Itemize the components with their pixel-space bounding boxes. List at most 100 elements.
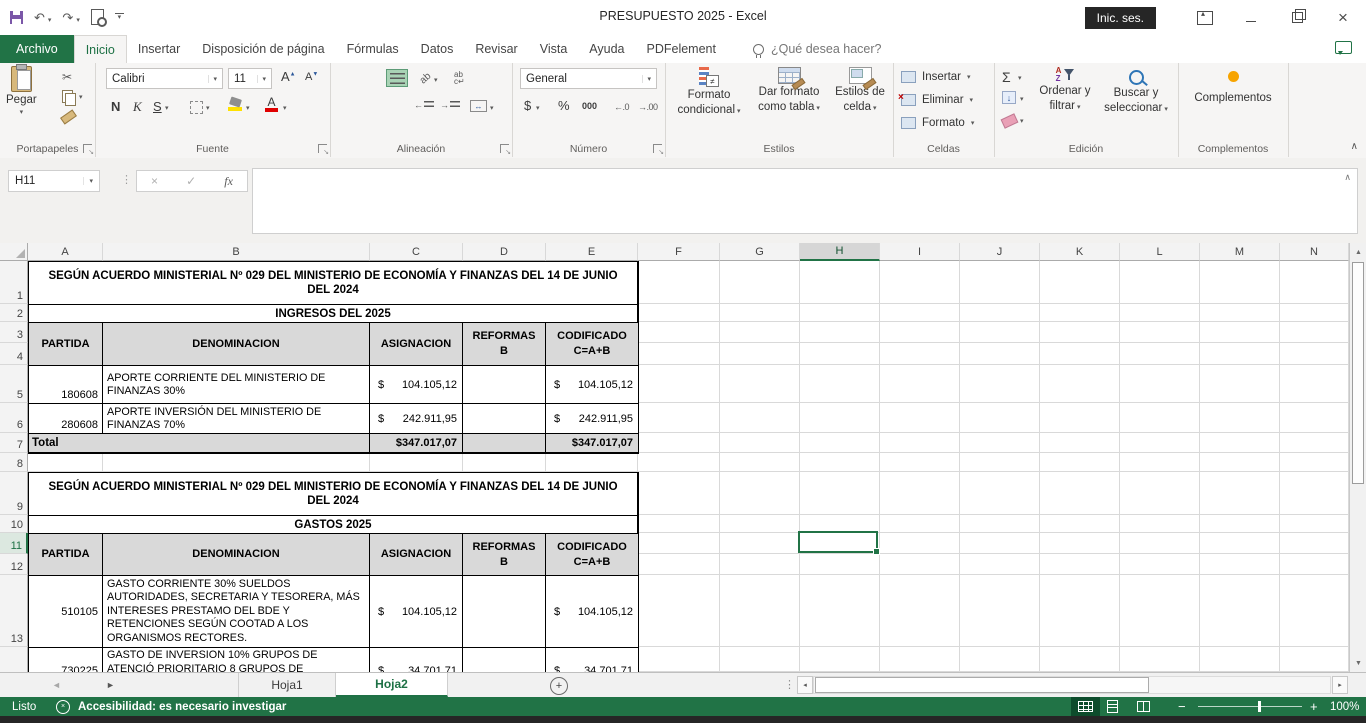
autosum-dropdown-icon[interactable]: ▾ <box>1018 75 1022 82</box>
clipboard-dialog-launcher-icon[interactable] <box>83 144 92 153</box>
format-as-table-button[interactable]: Dar formato como tabla▾ <box>749 67 829 115</box>
column-header-m[interactable]: M <box>1200 243 1280 261</box>
conditional-formatting-button[interactable]: ≠ Formato condicional▾ <box>675 67 743 118</box>
column-header-d[interactable]: D <box>463 243 546 261</box>
selected-cell-h11[interactable] <box>798 531 878 553</box>
row-header-6[interactable]: 6 <box>0 403 28 433</box>
feedback-comment-icon[interactable] <box>1335 41 1352 54</box>
font-color-icon[interactable]: A <box>265 97 278 112</box>
header-asignacion[interactable]: ASIGNACION <box>370 534 463 576</box>
alignment-dialog-launcher-icon[interactable] <box>500 144 509 153</box>
tab-pdfelement[interactable]: PDFelement <box>636 35 727 63</box>
redo-dropdown-icon[interactable]: ▾ <box>76 16 80 24</box>
merge-center-icon[interactable]: ↔ <box>470 100 487 112</box>
column-header-i[interactable]: I <box>880 243 960 261</box>
cell-codificado[interactable]: $104.105,12 <box>546 366 638 404</box>
column-header-j[interactable]: J <box>960 243 1040 261</box>
insert-function-icon[interactable]: fx <box>224 174 233 189</box>
zoom-in-button[interactable]: + <box>1310 697 1318 716</box>
cell-partida[interactable]: 730225 <box>29 648 103 672</box>
row-header-2[interactable]: 2 <box>0 304 28 322</box>
hscroll-right-icon[interactable]: ▸ <box>1332 676 1348 694</box>
underline-dropdown-icon[interactable]: ▾ <box>165 105 169 112</box>
tab-insertar[interactable]: Insertar <box>127 35 191 63</box>
column-header-k[interactable]: K <box>1040 243 1120 261</box>
borders-dropdown-icon[interactable]: ▾ <box>206 105 210 112</box>
page-layout-view-button[interactable] <box>1107 697 1118 716</box>
borders-icon[interactable] <box>190 101 203 114</box>
scrollbar-resize-handle-icon[interactable]: ⋮ <box>784 678 795 691</box>
cell-partida[interactable]: 280608 <box>29 404 103 434</box>
number-dialog-launcher-icon[interactable] <box>653 144 662 153</box>
sign-in-button[interactable]: Inic. ses. <box>1085 7 1156 29</box>
comma-style-icon[interactable]: 000 <box>582 101 597 111</box>
grid-pane[interactable]: SEGÚN ACUERDO MINISTERIAL Nº 029 DEL MIN… <box>0 243 1349 672</box>
formula-input[interactable]: ∧ <box>252 168 1358 234</box>
column-header-n[interactable]: N <box>1280 243 1349 261</box>
total-label-cell[interactable]: Total <box>29 434 370 453</box>
paste-button[interactable]: Pegar ▾ <box>6 66 37 116</box>
collapse-formula-bar-icon[interactable]: ∧ <box>1344 172 1351 183</box>
name-box[interactable]: H11▾ <box>8 170 100 192</box>
tab-inicio[interactable]: Inicio <box>74 35 127 63</box>
accessibility-status[interactable]: ×Accesibilidad: es necesario investigar <box>56 697 286 716</box>
header-codificado[interactable]: CODIFICADOC=A+B <box>546 534 638 576</box>
save-icon[interactable] <box>10 11 23 24</box>
row-header-3[interactable]: 3 <box>0 322 28 343</box>
autosum-icon[interactable]: Σ <box>1002 70 1011 84</box>
zoom-slider-track[interactable] <box>1198 706 1302 707</box>
row-header-7[interactable]: 7 <box>0 433 28 453</box>
header-reformas[interactable]: REFORMASB <box>463 534 546 576</box>
cell-codificado[interactable]: $104.105,12 <box>546 576 638 648</box>
header-partida[interactable]: PARTIDA <box>29 323 103 366</box>
column-header-h[interactable]: H <box>800 243 880 261</box>
font-name-combobox[interactable]: Calibri▾ <box>106 68 223 89</box>
currency-dropdown-icon[interactable]: ▾ <box>536 105 540 112</box>
tab-disposicion[interactable]: Disposición de página <box>191 35 335 63</box>
italic-button[interactable]: K <box>133 99 142 115</box>
column-header-e[interactable]: E <box>546 243 638 261</box>
name-box-dropdown-icon[interactable]: ▾ <box>83 177 93 185</box>
horizontal-scroll-thumb[interactable] <box>815 677 1149 693</box>
clear-eraser-icon[interactable] <box>1001 113 1019 128</box>
vertical-scroll-thumb[interactable] <box>1352 262 1364 484</box>
scroll-up-icon[interactable]: ▲ <box>1351 244 1366 260</box>
enter-check-icon[interactable]: ✓ <box>186 174 196 188</box>
copy-dropdown-icon[interactable]: ▾ <box>79 94 83 101</box>
print-preview-icon[interactable] <box>91 9 104 25</box>
cell-denominacion[interactable]: APORTE CORRIENTE DEL MINISTERIO DE FINAN… <box>103 366 370 404</box>
total-asignacion-cell[interactable]: $347.017,07 <box>370 434 463 453</box>
row-header-12[interactable]: 12 <box>0 554 28 575</box>
addins-button[interactable]: Complementos <box>1178 71 1288 105</box>
restore-button[interactable] <box>1274 3 1320 33</box>
cell-asignacion[interactable]: $104.105,12 <box>370 366 463 404</box>
decrease-decimal-icon[interactable]: →.00 <box>638 102 658 112</box>
decrease-indent-icon[interactable]: ← <box>414 100 434 110</box>
tab-formulas[interactable]: Fórmulas <box>336 35 410 63</box>
select-all-corner[interactable] <box>0 243 28 261</box>
cell-reformas-empty[interactable] <box>463 404 546 434</box>
cell-denominacion[interactable]: GASTO DE INVERSION 10% GRUPOS DE ATENCIÓ… <box>103 648 370 672</box>
column-header-c[interactable]: C <box>370 243 463 261</box>
gastos-section-title-cell[interactable]: GASTOS 2025 <box>29 516 638 534</box>
bold-button[interactable]: N <box>111 99 120 114</box>
sheet-tab-hoja2[interactable]: Hoja2 <box>336 673 448 697</box>
wrap-text-icon[interactable]: ab <box>454 71 465 85</box>
orientation-dropdown-icon[interactable]: ▾ <box>434 77 438 84</box>
increase-decimal-icon[interactable]: ←.0 <box>614 102 629 112</box>
row-header-10[interactable]: 10 <box>0 515 28 533</box>
hscroll-left-icon[interactable]: ◂ <box>797 676 813 694</box>
page-break-view-button[interactable] <box>1137 697 1150 716</box>
cell-denominacion[interactable]: APORTE INVERSIÓN DEL MINISTERIO DE FINAN… <box>103 404 370 434</box>
grow-font-button[interactable]: A▲ <box>281 69 296 84</box>
fill-down-icon[interactable]: ↓ <box>1002 91 1016 104</box>
fill-color-dropdown-icon[interactable]: ▾ <box>246 105 250 112</box>
number-format-combobox[interactable]: General▾ <box>520 68 657 89</box>
fill-dropdown-icon[interactable]: ▾ <box>1020 96 1024 103</box>
tab-archivo[interactable]: Archivo <box>0 35 74 63</box>
cell-styles-button[interactable]: Estilos de celda▾ <box>831 67 889 115</box>
row-header-4[interactable]: 4 <box>0 343 28 365</box>
cell-codificado[interactable]: $34.701,71 <box>546 648 638 672</box>
row-header-1[interactable]: 1 <box>0 261 28 304</box>
row-header-5[interactable]: 5 <box>0 365 28 403</box>
